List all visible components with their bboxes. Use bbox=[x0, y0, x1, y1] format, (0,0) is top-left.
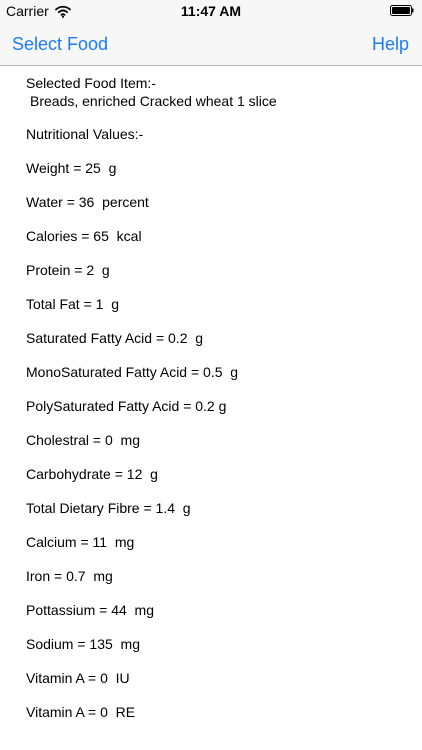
nutrient-vitamin-a-re: Vitamin A = 0 RE bbox=[26, 704, 136, 720]
nutrient-protein: Protein = 2 g bbox=[26, 262, 110, 278]
nutrient-pottassium: Pottassium = 44 mg bbox=[26, 602, 155, 618]
selected-food-item: Breads, enriched Cracked wheat 1 slice bbox=[30, 93, 277, 109]
nutrient-carbohydrate: Carbohydrate = 12 g bbox=[26, 466, 158, 482]
food-details-view: Selected Food Item:- Breads, enriched Cr… bbox=[20, 66, 402, 750]
selected-food-heading: Selected Food Item:- bbox=[26, 75, 156, 91]
nutrient-total-dietary-fibre: Total Dietary Fibre = 1.4 g bbox=[26, 500, 191, 516]
select-food-button[interactable]: Select Food bbox=[12, 33, 108, 55]
nutrient-water: Water = 36 percent bbox=[26, 194, 149, 210]
status-time: 11:47 AM bbox=[180, 3, 242, 19]
nutrient-polysaturated-fatty-acid: PolySaturated Fatty Acid = 0.2 g bbox=[26, 398, 227, 414]
status-bar: Carrier 11:47 AM bbox=[0, 0, 422, 22]
nutrient-total-fat: Total Fat = 1 g bbox=[26, 296, 119, 312]
nutrient-cholestral: Cholestral = 0 mg bbox=[26, 432, 140, 448]
nutrient-iron: Iron = 0.7 mg bbox=[26, 568, 113, 584]
nutrient-weight: Weight = 25 g bbox=[26, 160, 117, 176]
help-button[interactable]: Help bbox=[372, 33, 409, 55]
nutrient-calcium: Calcium = 11 mg bbox=[26, 534, 135, 550]
nutrient-saturated-fatty-acid: Saturated Fatty Acid = 0.2 g bbox=[26, 330, 204, 346]
nutritional-values-heading: Nutritional Values:- bbox=[26, 126, 144, 142]
nutrient-vitamin-a-iu: Vitamin A = 0 IU bbox=[26, 670, 130, 686]
battery-icon bbox=[390, 5, 414, 16]
nutrient-calories: Calories = 65 kcal bbox=[26, 228, 142, 244]
nutrient-monosaturated-fatty-acid: MonoSaturated Fatty Acid = 0.5 g bbox=[26, 364, 239, 380]
nutrient-sodium: Sodium = 135 mg bbox=[26, 636, 141, 652]
nutrient-list: Weight = 25 g Water = 36 percent Calorie… bbox=[26, 159, 396, 737]
navigation-bar: Select Food Help bbox=[0, 22, 422, 66]
